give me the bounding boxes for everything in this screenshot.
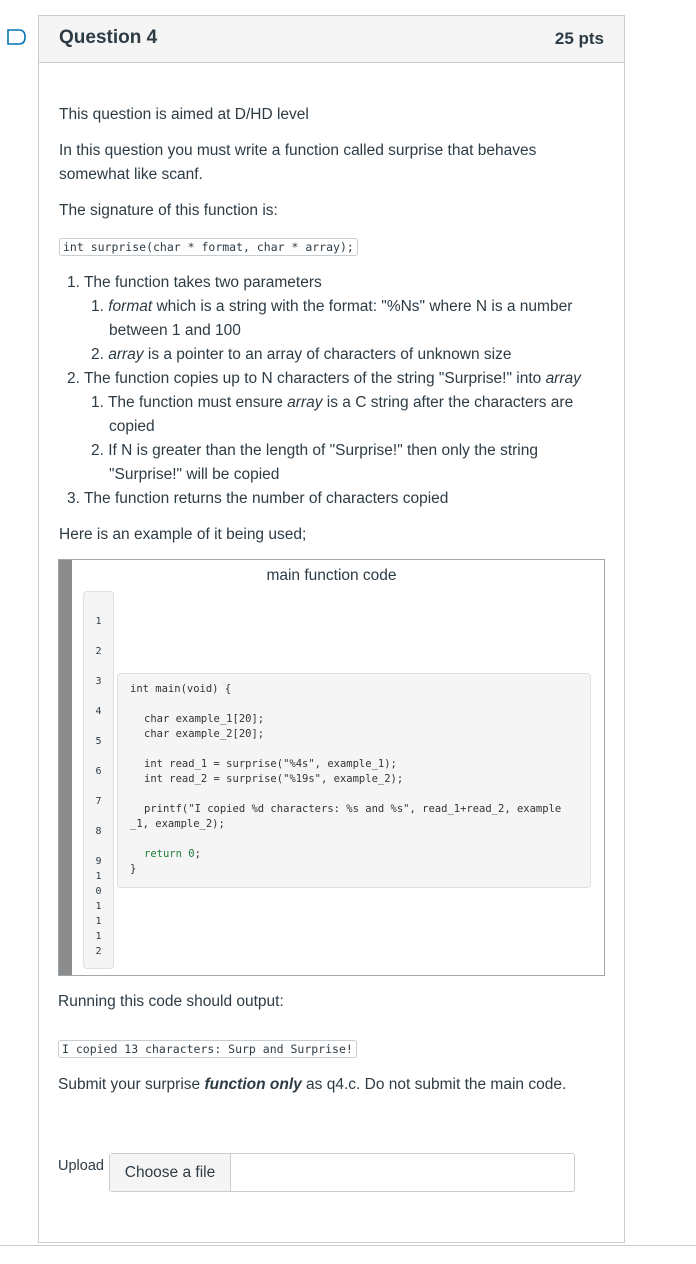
list-item-1-1-cont: between 1 and 100 bbox=[109, 322, 241, 339]
line-number: 5 bbox=[95, 736, 102, 747]
code-panel: int main(void) { char example_1[20]; cha… bbox=[117, 673, 591, 888]
main-function-code-box: main function code 1 2 3 4 5 6 7 8 9 1 0… bbox=[58, 559, 605, 976]
code-line: int read_1 = surprise("%4s", example_1); bbox=[144, 758, 397, 770]
question-header: Question 4 25 pts bbox=[39, 16, 624, 63]
list-item-1-1: 1. format which is a string with the for… bbox=[91, 298, 573, 315]
line-number: 1 bbox=[95, 916, 102, 927]
line-number: 0 bbox=[95, 886, 102, 897]
intro-line-3: The signature of this function is: bbox=[59, 202, 278, 219]
question-points: 25 pts bbox=[554, 29, 604, 48]
line-number: 1 bbox=[95, 931, 102, 942]
line-number: 2 bbox=[95, 946, 102, 957]
code-line: return 0; bbox=[144, 848, 201, 860]
line-number: 6 bbox=[95, 766, 102, 777]
line-number: 2 bbox=[95, 646, 102, 657]
line-number: 8 bbox=[95, 826, 102, 837]
line-number: 1 bbox=[95, 616, 102, 627]
choose-file-button[interactable]: Choose a file bbox=[110, 1154, 231, 1191]
line-number: 4 bbox=[95, 706, 102, 717]
list-item-1: 1. The function takes two parameters bbox=[67, 274, 322, 291]
code-line: int read_2 = surprise("%19s", example_2)… bbox=[144, 773, 404, 785]
list-item-2: 2. The function copies up to N character… bbox=[67, 370, 581, 387]
list-item-2-1-cont: copied bbox=[109, 418, 155, 435]
codebox-accent-bar bbox=[59, 560, 72, 975]
code-line: char example_2[20]; bbox=[144, 728, 265, 740]
upload-label: Upload bbox=[58, 1158, 104, 1174]
line-number-gutter: 1 2 3 4 5 6 7 8 9 1 0 1 1 1 2 bbox=[83, 591, 114, 969]
codebox-title: main function code bbox=[266, 567, 397, 584]
list-item-2-2-cont: "Surprise!" will be copied bbox=[109, 466, 280, 483]
list-item-2-2: 2. If N is greater than the length of "S… bbox=[91, 442, 538, 459]
list-item-1-2: 2. array is a pointer to an array of cha… bbox=[91, 346, 512, 363]
submit-instruction: Submit your surprise function only as q4… bbox=[58, 1076, 567, 1093]
signature-code: int surprise(char * format, char * array… bbox=[59, 238, 358, 256]
line-number: 7 bbox=[95, 796, 102, 807]
line-number: 9 bbox=[95, 856, 102, 867]
line-number: 1 bbox=[95, 901, 102, 912]
list-item-2-1: 1. The function must ensure array is a C… bbox=[91, 394, 574, 411]
code-line: } bbox=[130, 863, 137, 875]
output-intro: Running this code should output: bbox=[58, 993, 284, 1010]
flag-question-icon[interactable] bbox=[7, 29, 27, 45]
intro-line-1: This question is aimed at D/HD level bbox=[59, 106, 309, 123]
list-item-3: 3. The function returns the number of ch… bbox=[67, 490, 449, 507]
intro-line-2b: somewhat like scanf. bbox=[59, 166, 203, 183]
output-code: I copied 13 characters: Surp and Surpris… bbox=[58, 1040, 357, 1058]
code-line: char example_1[20]; bbox=[144, 713, 265, 725]
file-upload-field[interactable]: Choose a file bbox=[109, 1153, 575, 1192]
code-line: _1, example_2); bbox=[130, 818, 225, 830]
page-bottom-divider bbox=[0, 1245, 696, 1246]
question-title: Question 4 bbox=[59, 27, 158, 48]
code-line: int main(void) { bbox=[130, 683, 232, 695]
code-line: printf("I copied %d characters: %s and %… bbox=[144, 803, 562, 815]
example-intro: Here is an example of it being used; bbox=[59, 526, 307, 543]
intro-line-2a: In this question you must write a functi… bbox=[59, 142, 537, 159]
line-number: 1 bbox=[95, 871, 102, 882]
line-number: 3 bbox=[95, 676, 102, 687]
